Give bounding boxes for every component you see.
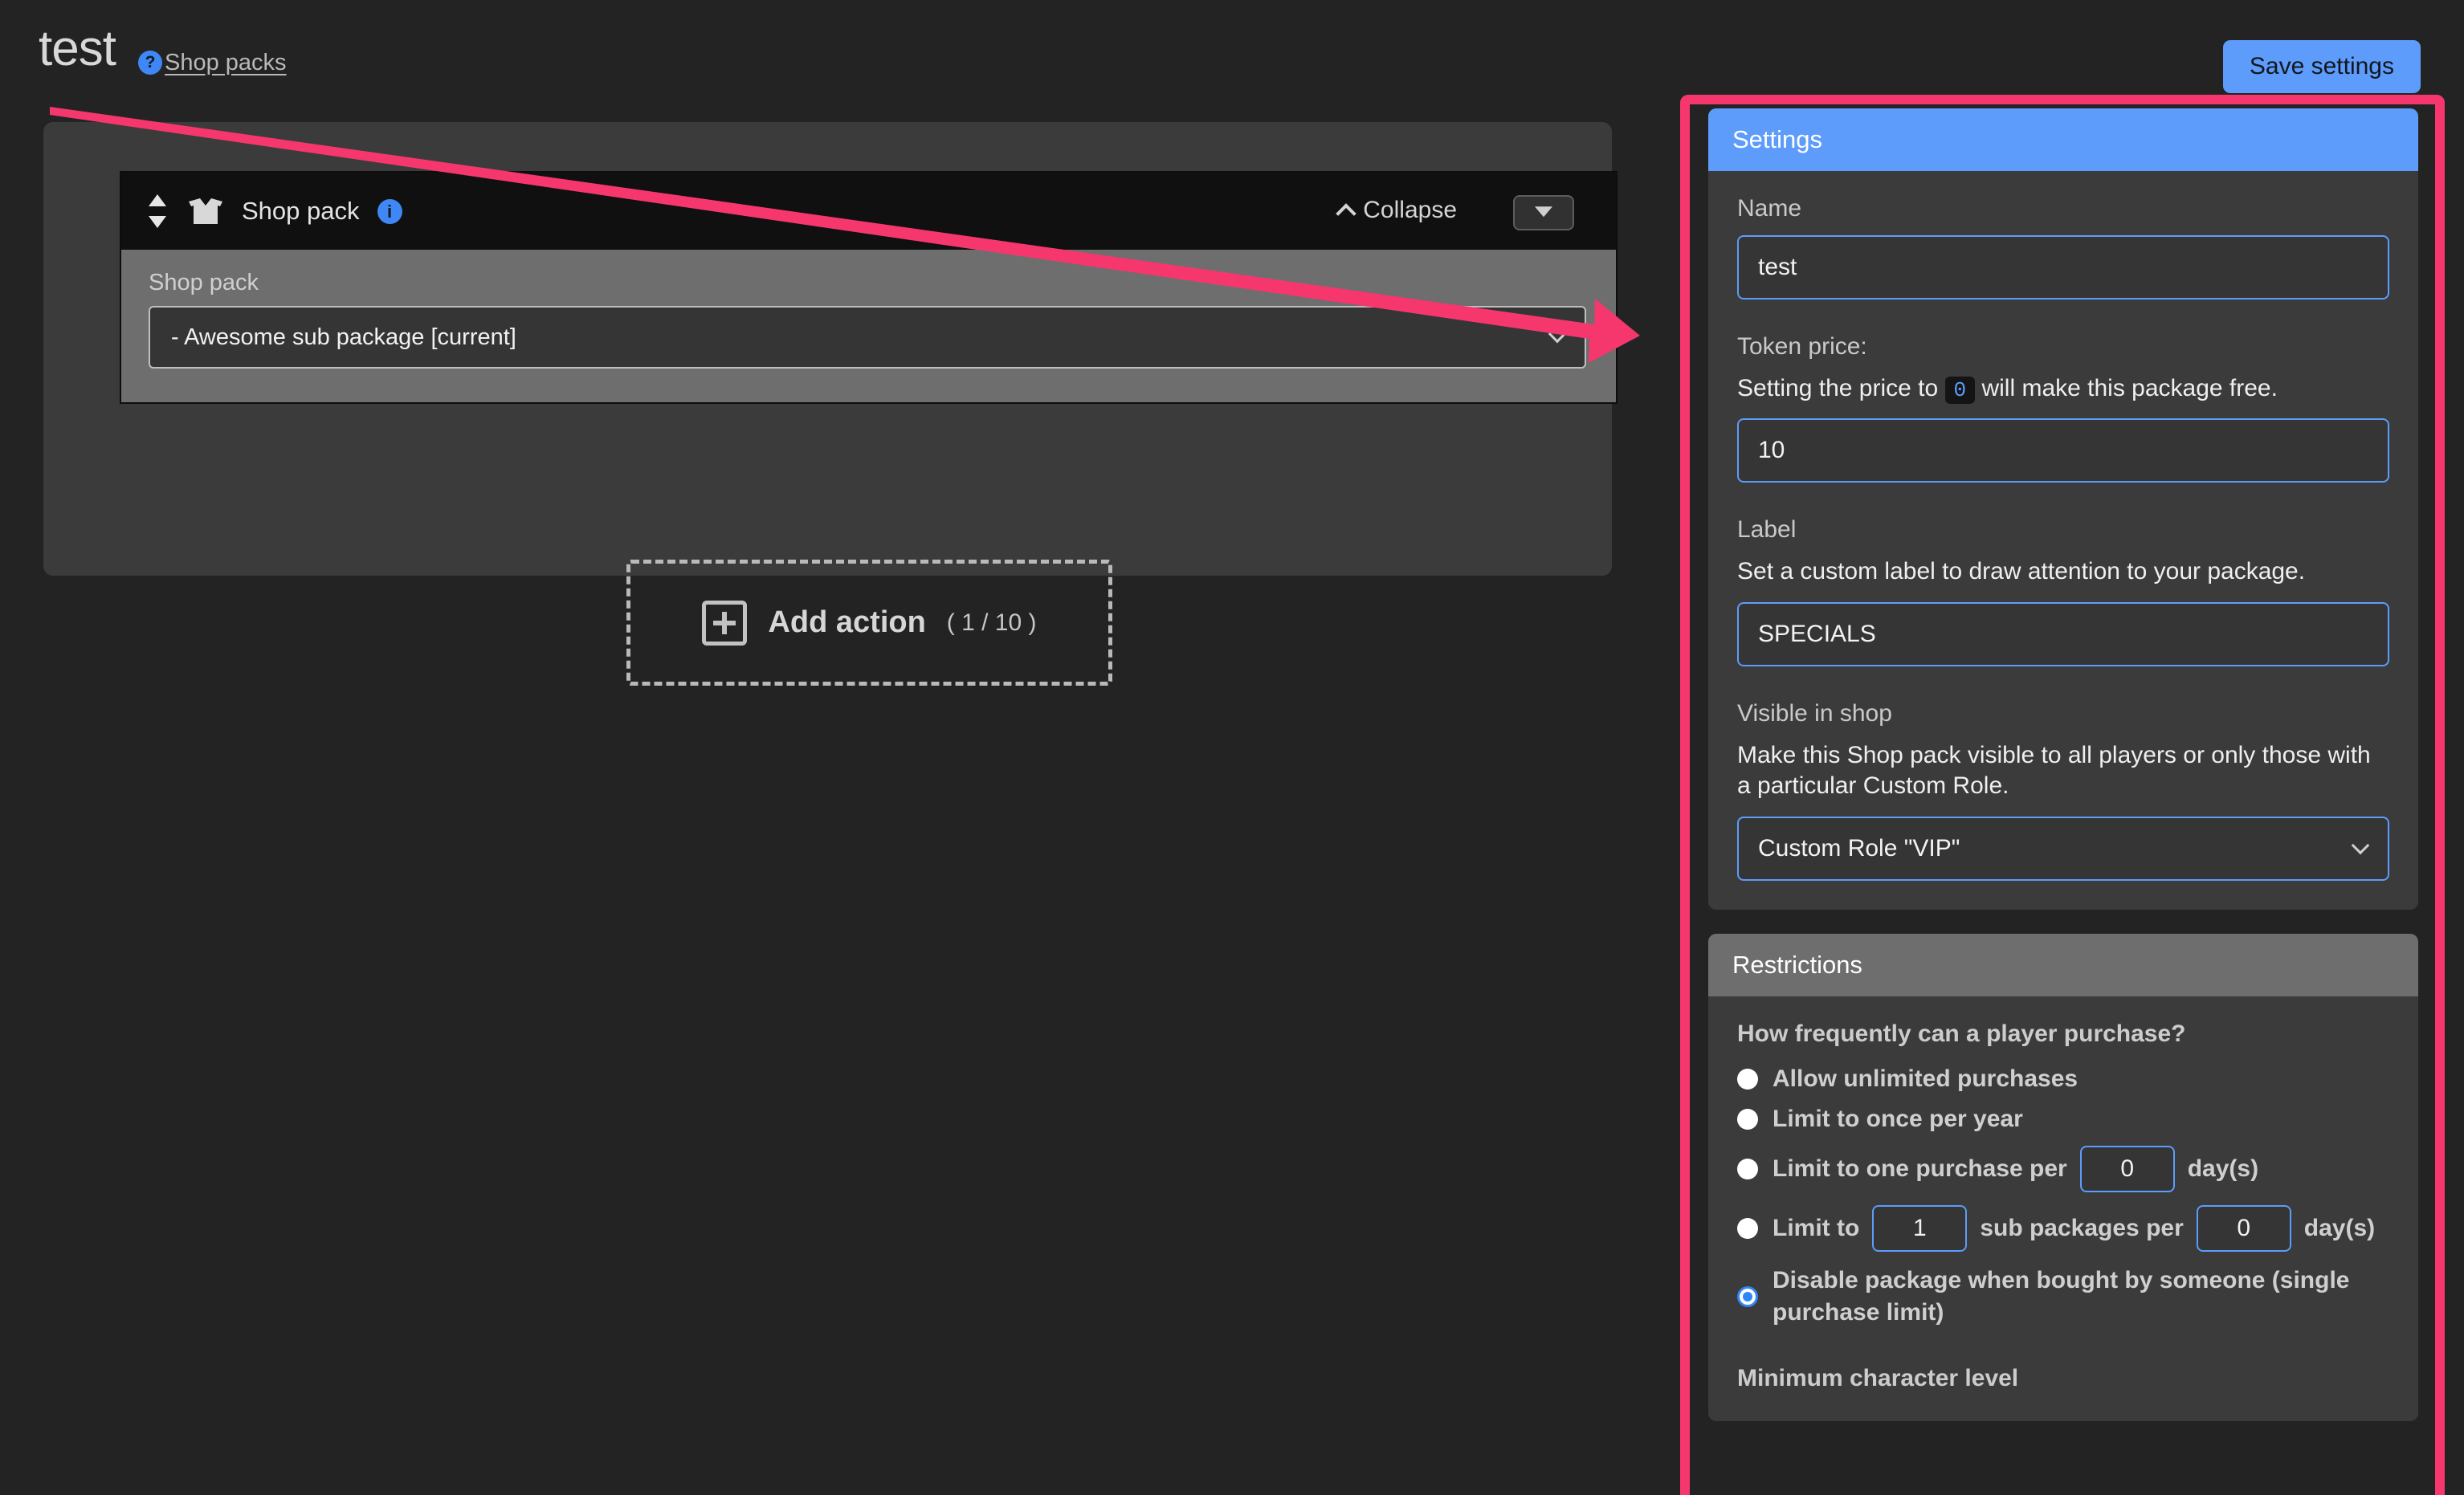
add-action-count: ( 1 / 10 ) [947, 609, 1037, 637]
purchase-frequency-question: How frequently can a player purchase? [1737, 1020, 2389, 1048]
settings-panel-title: Settings [1708, 108, 2418, 171]
label-field-label: Label [1737, 516, 2389, 544]
page-title: test [39, 24, 116, 74]
token-price-zero-code: 0 [1945, 377, 1976, 404]
restrictions-panel-body: How frequently can a player purchase? Al… [1708, 996, 2418, 1421]
radio-row-unlimited[interactable]: Allow unlimited purchases [1737, 1065, 2389, 1093]
restrictions-panel-title: Restrictions [1708, 934, 2418, 996]
token-price-help-suffix: will make this package free. [1981, 375, 2278, 401]
token-price-input[interactable] [1737, 418, 2389, 483]
one-purchase-per-suffix: day(s) [2188, 1155, 2258, 1183]
visible-in-shop-help: Make this Shop pack visible to all playe… [1737, 740, 2389, 802]
chevron-down-icon [1548, 325, 1567, 344]
chevron-down-icon [1535, 206, 1552, 217]
radio-one-purchase-per-days[interactable] [1737, 1159, 1758, 1179]
shop-pack-field-label: Shop pack [149, 270, 259, 296]
action-block-header: Shop pack i Collapse [121, 173, 1616, 250]
name-field-label: Name [1737, 195, 2389, 222]
add-action-button[interactable]: Add action ( 1 / 10 ) [626, 560, 1112, 686]
one-purchase-days-input[interactable] [2080, 1146, 2175, 1192]
collapse-label: Collapse [1363, 197, 1457, 224]
action-block: Shop pack i Collapse Shop pack - Awesome… [120, 171, 1618, 404]
save-settings-button[interactable]: Save settings [2223, 40, 2421, 93]
breadcrumb-shop-packs-link[interactable]: Shop packs [165, 50, 287, 76]
sub-packages-count-input[interactable] [1872, 1205, 1967, 1252]
open-box-icon [187, 195, 224, 227]
token-price-label: Token price: [1737, 333, 2389, 361]
visible-in-shop-select[interactable]: Custom Role "VIP" [1737, 817, 2389, 881]
action-block-body: Shop pack - Awesome sub package [current… [121, 250, 1616, 402]
shop-pack-select[interactable]: - Awesome sub package [current] [149, 306, 1586, 369]
radio-disable-package-label: Disable package when bought by someone (… [1773, 1265, 2383, 1330]
label-input[interactable] [1737, 602, 2389, 666]
token-price-help: Setting the price to 0 will make this pa… [1737, 373, 2389, 404]
shop-pack-editor-card: Shop pack i Collapse Shop pack - Awesome… [43, 122, 1612, 576]
sub-packages-days-input[interactable] [2197, 1205, 2291, 1252]
collapse-button[interactable]: Collapse [1339, 197, 1457, 224]
add-action-label: Add action [768, 605, 925, 640]
top-bar: test ? Shop packs Save settings [0, 0, 2464, 95]
info-circle-icon[interactable]: i [377, 199, 402, 224]
sort-updown-icon[interactable] [147, 194, 168, 228]
chevron-down-icon [2352, 836, 2370, 854]
settings-panel: Settings Name Token price: Setting the p… [1708, 108, 2418, 910]
radio-row-once-per-year[interactable]: Limit to once per year [1737, 1106, 2389, 1133]
chevron-up-icon [1336, 203, 1356, 223]
plus-square-icon [702, 601, 747, 646]
limit-sub-suffix: day(s) [2304, 1215, 2375, 1242]
minimum-character-level-label: Minimum character level [1737, 1365, 2389, 1392]
action-menu-button[interactable] [1513, 195, 1574, 230]
radio-row-limit-sub-packages[interactable]: Limit to sub packages per day(s) [1737, 1205, 2389, 1252]
visible-in-shop-select-value: Custom Role "VIP" [1758, 835, 1960, 862]
radio-unlimited[interactable] [1737, 1069, 1758, 1090]
visible-in-shop-label: Visible in shop [1737, 700, 2389, 727]
radio-once-per-year[interactable] [1737, 1109, 1758, 1130]
limit-sub-prefix: Limit to [1773, 1215, 1859, 1242]
one-purchase-per-prefix: Limit to one purchase per [1773, 1155, 2067, 1183]
radio-unlimited-label: Allow unlimited purchases [1773, 1065, 2078, 1093]
radio-disable-package[interactable] [1737, 1286, 1758, 1307]
settings-panel-body: Name Token price: Setting the price to 0… [1708, 171, 2418, 910]
name-input[interactable] [1737, 235, 2389, 299]
token-price-help-prefix: Setting the price to [1737, 375, 1938, 401]
limit-sub-mid: sub packages per [1980, 1215, 2183, 1242]
radio-limit-sub-packages[interactable] [1737, 1218, 1758, 1239]
question-mark-circle-icon[interactable]: ? [138, 51, 162, 75]
shop-pack-select-value: - Awesome sub package [current] [171, 324, 516, 350]
radio-once-per-year-label: Limit to once per year [1773, 1106, 2023, 1133]
radio-row-disable-package[interactable]: Disable package when bought by someone (… [1737, 1265, 2389, 1330]
right-settings-column: Settings Name Token price: Setting the p… [1708, 108, 2418, 1421]
label-field-help: Set a custom label to draw attention to … [1737, 556, 2389, 587]
action-block-title: Shop pack [242, 197, 360, 226]
radio-row-one-purchase-per-days[interactable]: Limit to one purchase per day(s) [1737, 1146, 2389, 1192]
restrictions-panel: Restrictions How frequently can a player… [1708, 934, 2418, 1421]
